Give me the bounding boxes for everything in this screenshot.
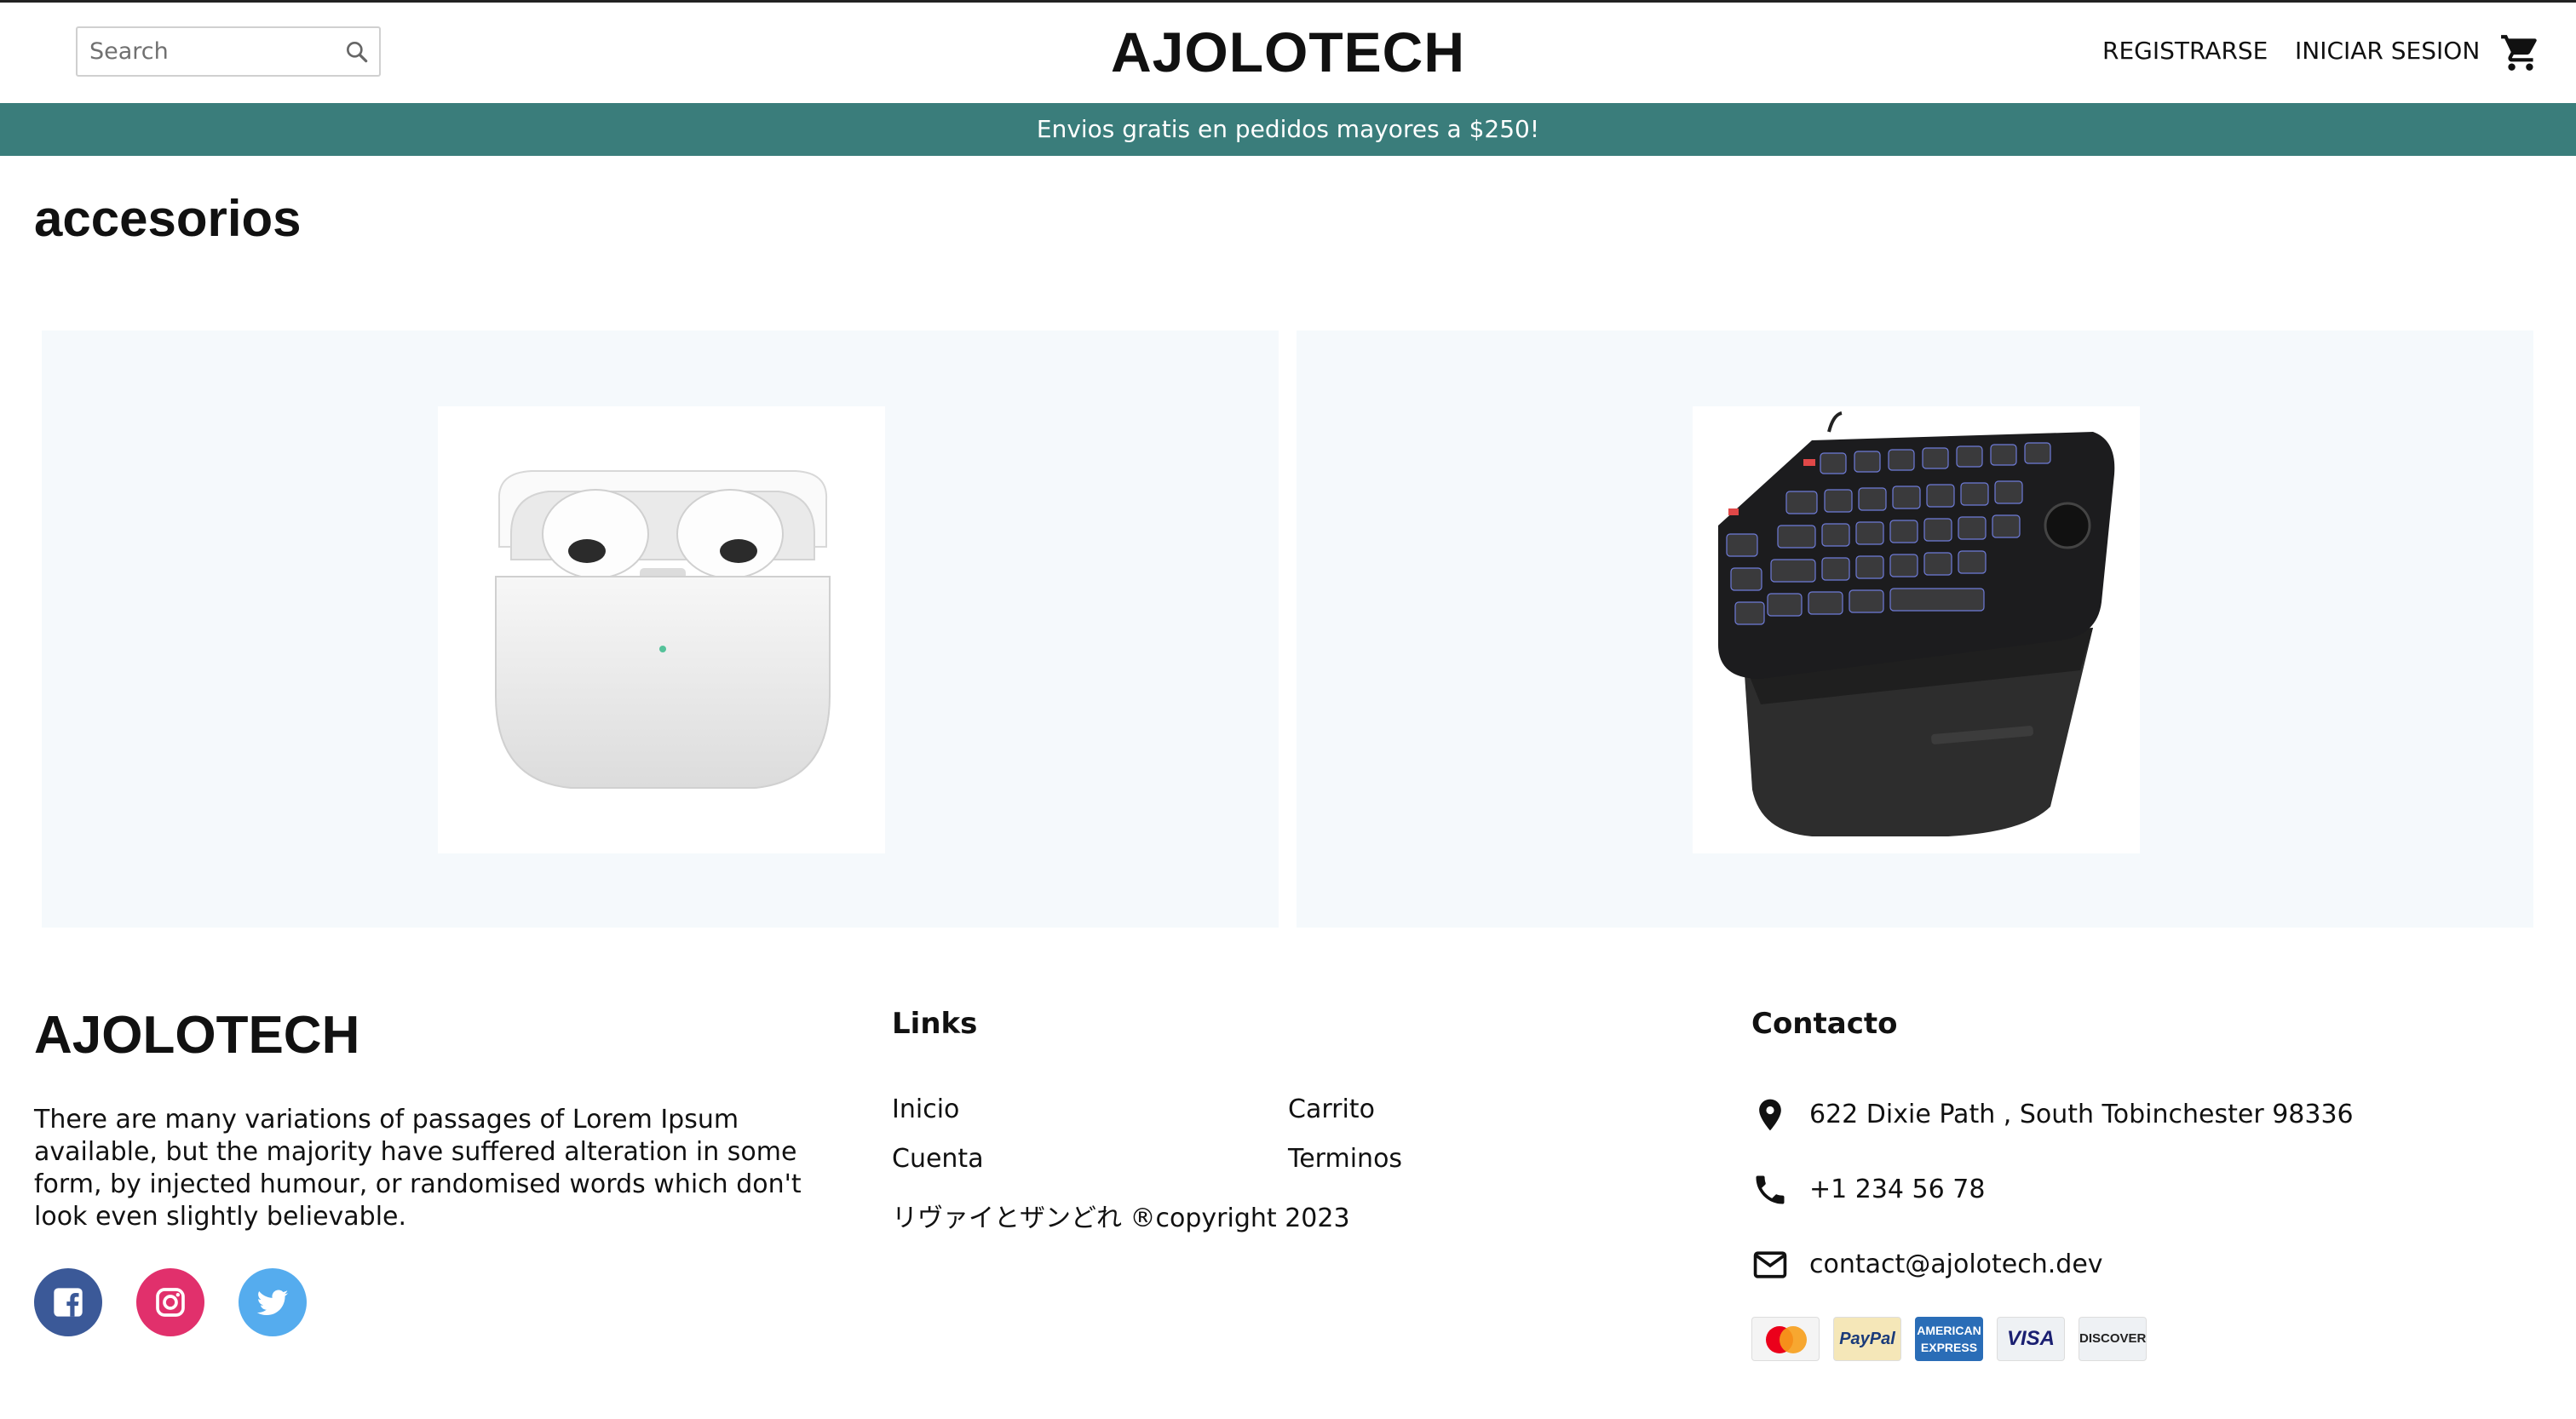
cart-icon[interactable] [2499,32,2542,74]
login-link[interactable]: INICIAR SESION [2295,37,2480,65]
product-card[interactable] [1297,330,2533,928]
footer-description: There are many variations of passages of… [34,1105,802,1232]
twitter-icon [256,1290,289,1316]
discover-icon: DISCOVER [2079,1317,2147,1361]
footer-link-carrito[interactable]: Carrito [1288,1094,1375,1124]
footer-link-inicio[interactable]: Inicio [892,1094,959,1124]
address-text: 622 Dixie Path , South Tobinchester 9833… [1809,1100,2354,1129]
footer-link-terminos[interactable]: Terminos [1288,1144,1402,1174]
gaming-keypad-image [1693,406,2140,853]
mastercard-icon [1751,1317,1820,1361]
footer-link-cuenta[interactable]: Cuenta [892,1144,984,1174]
airpods-image [438,406,885,853]
contact-heading: Contacto [1751,1007,1898,1041]
visa-icon: VISA [1997,1317,2065,1361]
mail-icon [1753,1251,1787,1278]
copyright-text: リヴァイとザンどれ ®copyright 2023 [892,1204,1350,1233]
location-pin-icon [1759,1099,1781,1131]
instagram-button[interactable] [136,1268,204,1336]
phone-icon [1756,1175,1785,1204]
email-text[interactable]: contact@ajolotech.dev [1809,1250,2103,1279]
instagram-icon [156,1288,185,1317]
facebook-icon [54,1288,83,1317]
amex-icon: AMERICAN EXPRESS [1915,1317,1983,1361]
phone-text[interactable]: +1 234 56 78 [1809,1175,1985,1204]
product-card[interactable] [42,330,1279,928]
links-heading: Links [892,1007,978,1041]
footer-logo[interactable]: AJOLOTECH [34,1005,359,1066]
category-title: accesorios [34,190,302,247]
twitter-button[interactable] [239,1268,307,1336]
promo-banner: Envios gratis en pedidos mayores a $250! [0,103,2576,156]
paypal-icon: PayPal [1833,1317,1901,1361]
site-header: AJOLOTECH REGISTRARSE INICIAR SESION [0,3,2576,103]
facebook-button[interactable] [34,1268,102,1336]
register-link[interactable]: REGISTRARSE [2102,37,2268,65]
